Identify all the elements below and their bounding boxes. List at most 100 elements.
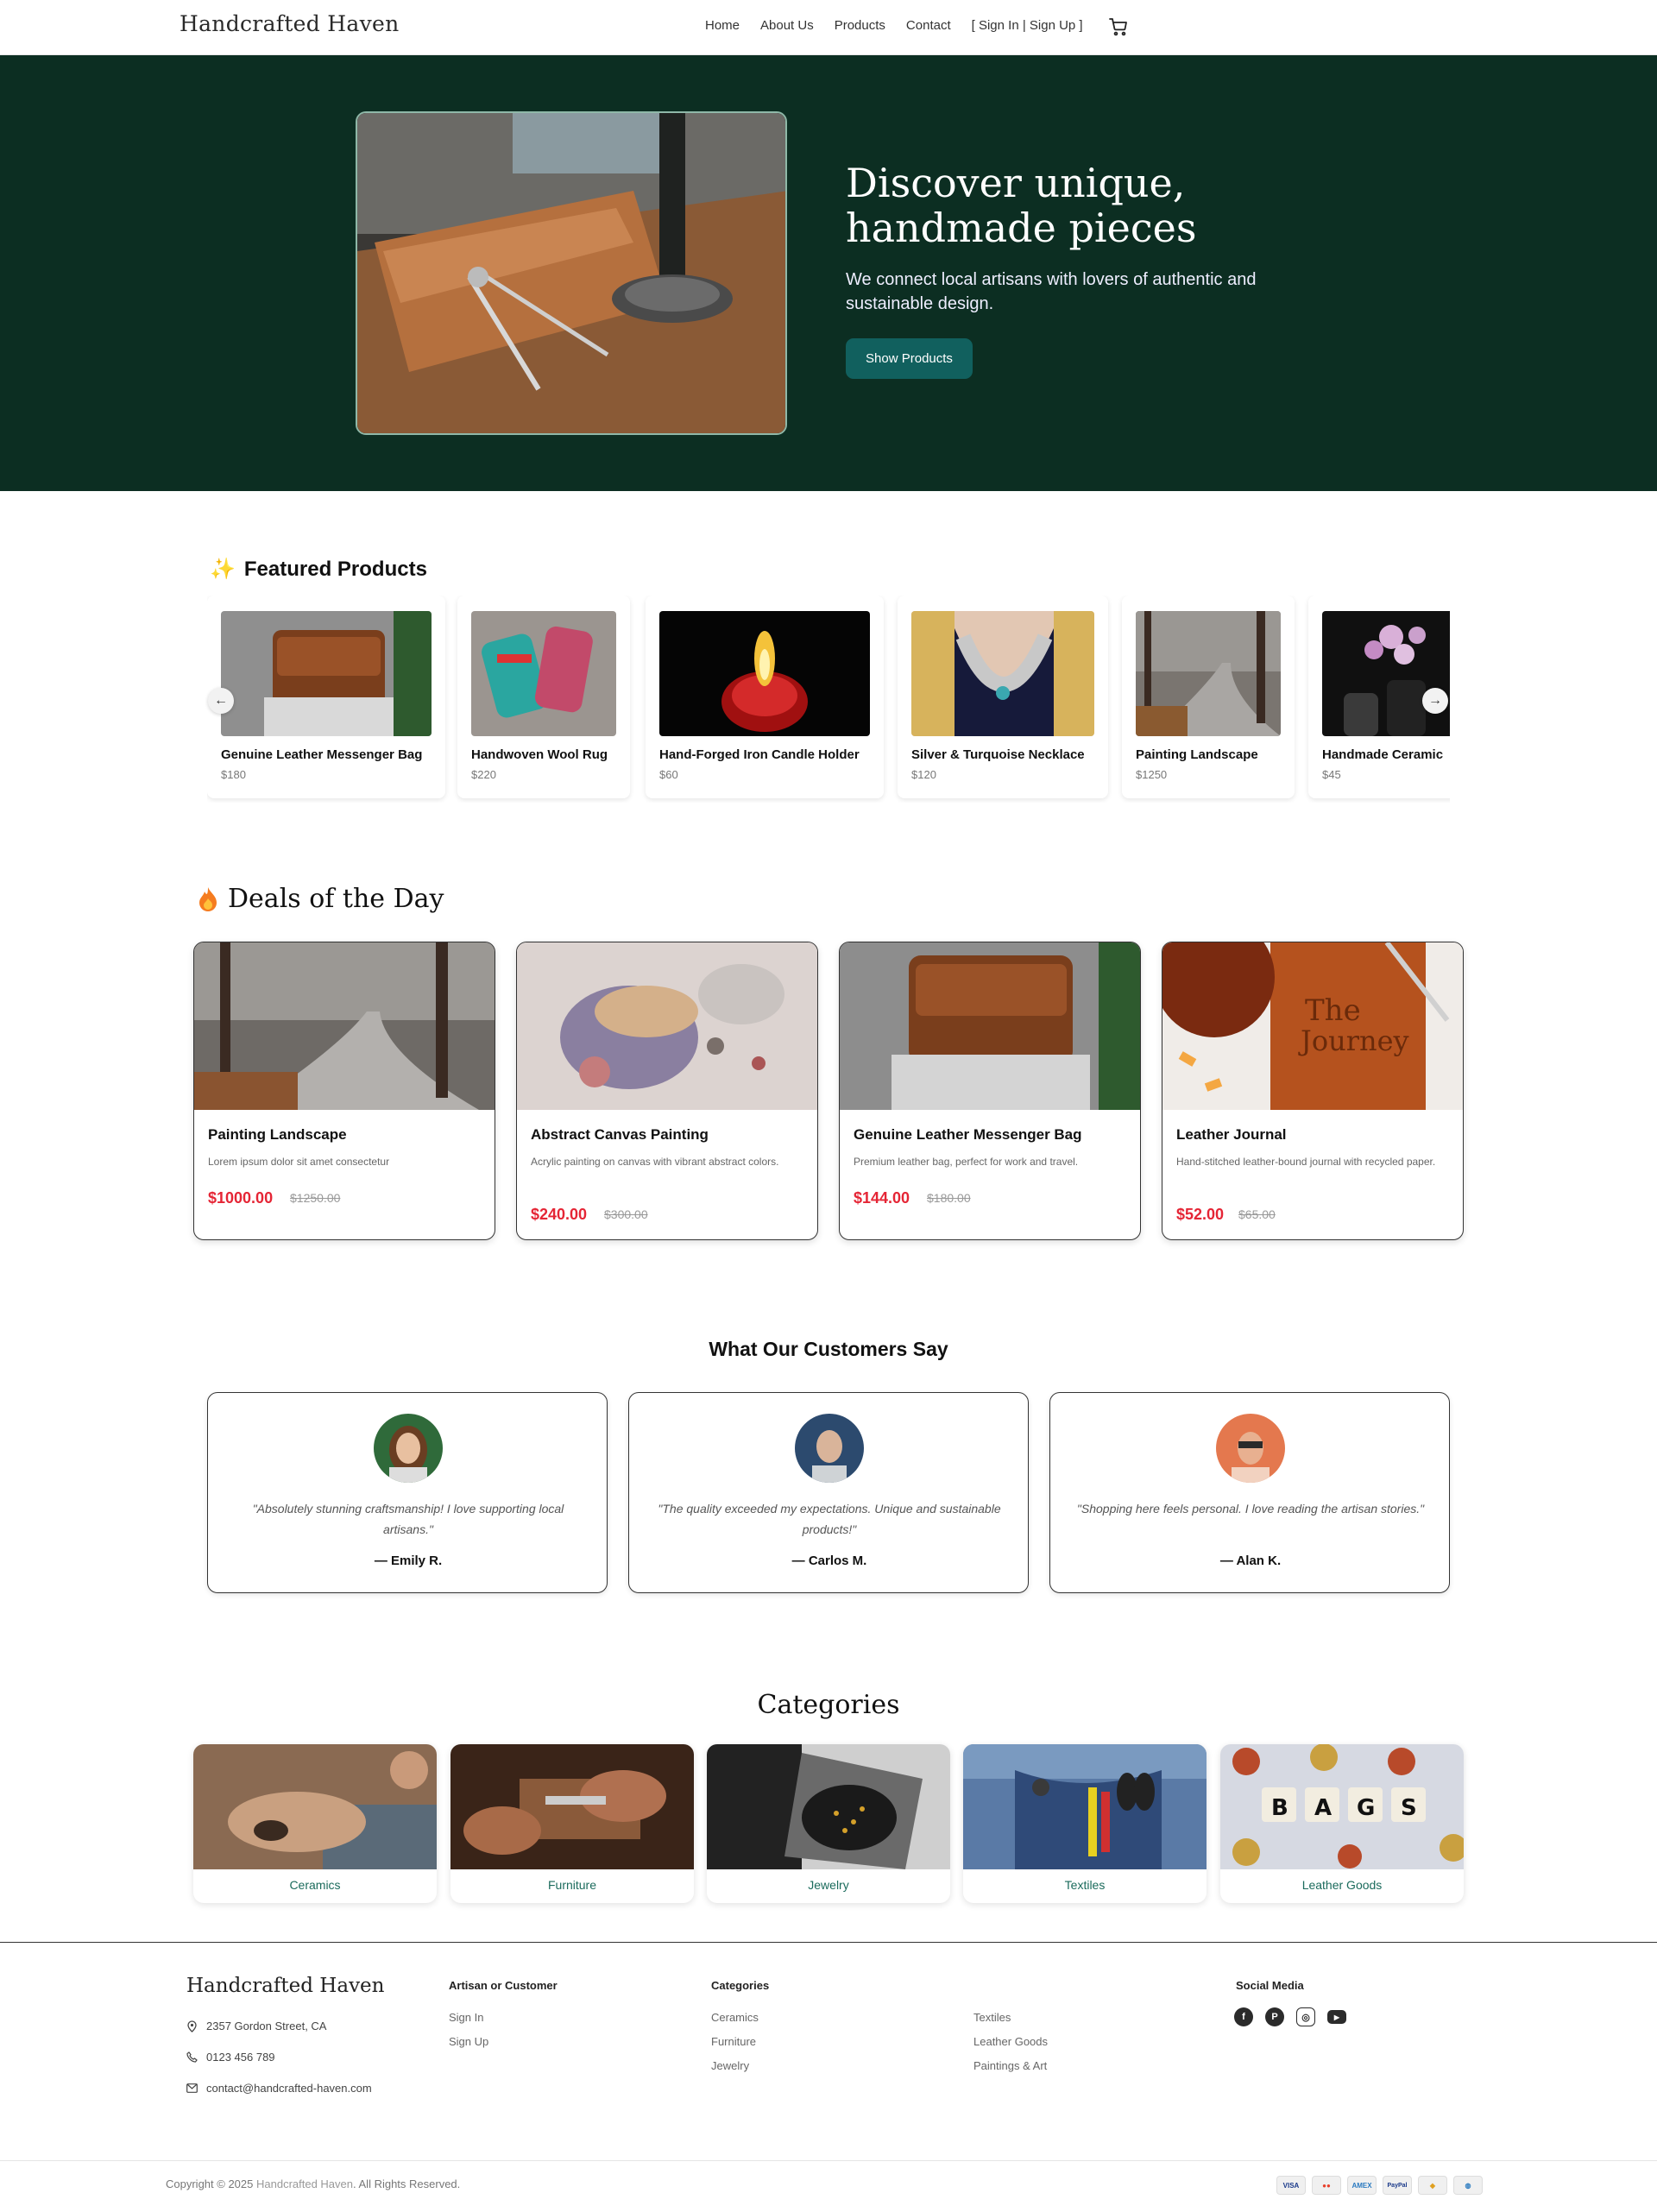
product-image (1136, 611, 1281, 736)
footer-link-leather-goods[interactable]: Leather Goods (973, 2035, 1048, 2048)
copyright-brand: Handcrafted Haven (255, 2177, 353, 2190)
footer-address: 2357 Gordon Street, CA (186, 2020, 326, 2032)
deal-image: The Journey (1162, 942, 1463, 1110)
avatar (1216, 1414, 1285, 1483)
nav-link-auth[interactable]: [ Sign In | Sign Up ] (972, 18, 1083, 33)
category-card-textiles[interactable]: Textiles (963, 1744, 1207, 1903)
category-label: Leather Goods (1301, 1878, 1383, 1892)
testimonial-card: "Shopping here feels personal. I love re… (1049, 1392, 1450, 1593)
product-name: Silver & Turquoise Necklace (911, 747, 1085, 762)
hero-image (356, 111, 787, 435)
product-price: $1250 (1136, 768, 1168, 781)
category-image (193, 1744, 437, 1869)
footer-link-furniture[interactable]: Furniture (711, 2035, 756, 2048)
mastercard-icon: ●● (1312, 2176, 1341, 2195)
brand-logo[interactable]: Handcrafted Haven (180, 11, 400, 36)
footer-brand: Handcrafted Haven (186, 1975, 385, 1997)
pinterest-icon[interactable]: P (1265, 2007, 1284, 2026)
category-card-leather-goods[interactable]: B A G S Leather Goods (1220, 1744, 1464, 1903)
product-price: $120 (911, 768, 936, 781)
nav-link-home[interactable]: Home (705, 18, 740, 33)
product-card[interactable]: Silver & Turquoise Necklace $120 (898, 596, 1108, 798)
product-name: Genuine Leather Messenger Bag (221, 747, 423, 762)
deal-old-price: $300.00 (604, 1207, 648, 1221)
product-card[interactable]: Painting Landscape $1250 (1122, 596, 1295, 798)
payment-method-icon: ◆ (1418, 2176, 1447, 2195)
bags-letter: B (1271, 1795, 1288, 1821)
top-navbar: Handcrafted Haven Home About Us Products… (0, 0, 1657, 55)
mail-icon (186, 2083, 198, 2093)
bags-letter: G (1357, 1795, 1375, 1821)
footer-phone: 0123 456 789 (186, 2051, 275, 2064)
footer-bottom-divider (0, 2160, 1657, 2161)
footer-link-ceramics[interactable]: Ceramics (711, 2011, 759, 2024)
testimonial-card: "The quality exceeded my expectations. U… (628, 1392, 1029, 1593)
nav-link-products[interactable]: Products (835, 18, 885, 33)
featured-products-title: Featured Products (243, 557, 427, 581)
diners-club-icon: ◍ (1453, 2176, 1483, 2195)
deal-name: Painting Landscape (208, 1126, 347, 1143)
cart-icon[interactable] (1108, 16, 1129, 37)
footer-link-sign-up[interactable]: Sign Up (449, 2035, 488, 2048)
testimonial-card: "Absolutely stunning craftsmanship! I lo… (207, 1392, 608, 1593)
deal-description: Lorem ipsum dolor sit amet consectetur (208, 1156, 390, 1168)
deals-heading: Deals of the Day (198, 884, 444, 914)
product-price: $60 (659, 768, 678, 781)
deal-old-price: $1250.00 (290, 1191, 341, 1205)
product-card[interactable]: Hand-Forged Iron Candle Holder $60 (646, 596, 884, 798)
footer-link-textiles[interactable]: Textiles (973, 2011, 1011, 2024)
carousel-next-button[interactable]: → (1422, 688, 1448, 714)
location-pin-icon (187, 2020, 197, 2032)
copyright: Copyright © 2025 Handcrafted Haven. All … (166, 2177, 460, 2190)
category-image: B A G S (1220, 1744, 1464, 1869)
deal-image (194, 942, 495, 1110)
testimonials-title: What Our Customers Say (709, 1338, 948, 1360)
category-card-jewelry[interactable]: Jewelry (707, 1744, 950, 1903)
category-card-furniture[interactable]: Furniture (450, 1744, 694, 1903)
hero-title: Discover unique, handmade pieces (846, 160, 1197, 251)
email-text[interactable]: contact@handcrafted-haven.com (206, 2082, 372, 2095)
product-card[interactable]: Handwoven Wool Rug $220 (457, 596, 630, 798)
avatar (795, 1414, 864, 1483)
deal-image (517, 942, 817, 1110)
testimonial-author: — Carlos M. (791, 1553, 867, 1568)
svg-text:The: The (1305, 993, 1361, 1028)
show-products-button[interactable]: Show Products (846, 338, 973, 379)
product-price: $220 (471, 768, 496, 781)
product-name: Hand-Forged Iron Candle Holder (659, 747, 860, 762)
footer-link-sign-in[interactable]: Sign In (449, 2011, 483, 2024)
product-price: $180 (221, 768, 246, 781)
carousel-prev-button[interactable]: ← (208, 688, 234, 714)
nav-menu: Home About Us Products Contact [ Sign In… (705, 18, 1083, 33)
visa-icon: VISA (1276, 2176, 1306, 2195)
deal-price: $1000.00 (208, 1189, 274, 1207)
product-name: Handmade Ceramic (1322, 747, 1444, 762)
deal-description: Acrylic painting on canvas with vibrant … (531, 1156, 779, 1168)
footer-col-title: Artisan or Customer (449, 1979, 558, 1992)
deal-name: Abstract Canvas Painting (531, 1126, 709, 1143)
product-card[interactable]: Genuine Leather Messenger Bag $180 (207, 596, 445, 798)
category-card-ceramics[interactable]: Ceramics (193, 1744, 437, 1903)
product-image (221, 611, 432, 736)
deal-card[interactable]: Painting Landscape Lorem ipsum dolor sit… (193, 942, 495, 1240)
deal-card[interactable]: Genuine Leather Messenger Bag Premium le… (839, 942, 1141, 1240)
deal-card[interactable]: The Journey Leather Journal Hand-stitched… (1162, 942, 1464, 1240)
deal-old-price: $180.00 (927, 1191, 971, 1205)
footer-link-jewelry[interactable]: Jewelry (711, 2059, 749, 2072)
nav-link-contact[interactable]: Contact (906, 18, 951, 33)
featured-products-heading: ✨ Featured Products (210, 557, 427, 582)
phone-text: 0123 456 789 (206, 2051, 275, 2064)
categories-title: Categories (757, 1690, 900, 1720)
footer-link-paintings[interactable]: Paintings & Art (973, 2059, 1047, 2072)
category-label: Jewelry (808, 1878, 849, 1892)
amex-icon: AMEX (1347, 2176, 1377, 2195)
deal-image (840, 942, 1140, 1110)
product-image (471, 611, 616, 736)
instagram-icon[interactable]: ◎ (1296, 2007, 1315, 2026)
youtube-icon[interactable]: ▶ (1327, 2010, 1346, 2024)
deal-card[interactable]: Abstract Canvas Painting Acrylic paintin… (516, 942, 818, 1240)
facebook-icon[interactable]: f (1234, 2007, 1253, 2026)
testimonial-quote: "The quality exceeded my expectations. U… (658, 1502, 1001, 1536)
footer-email: contact@handcrafted-haven.com (186, 2082, 372, 2095)
nav-link-about[interactable]: About Us (760, 18, 814, 33)
